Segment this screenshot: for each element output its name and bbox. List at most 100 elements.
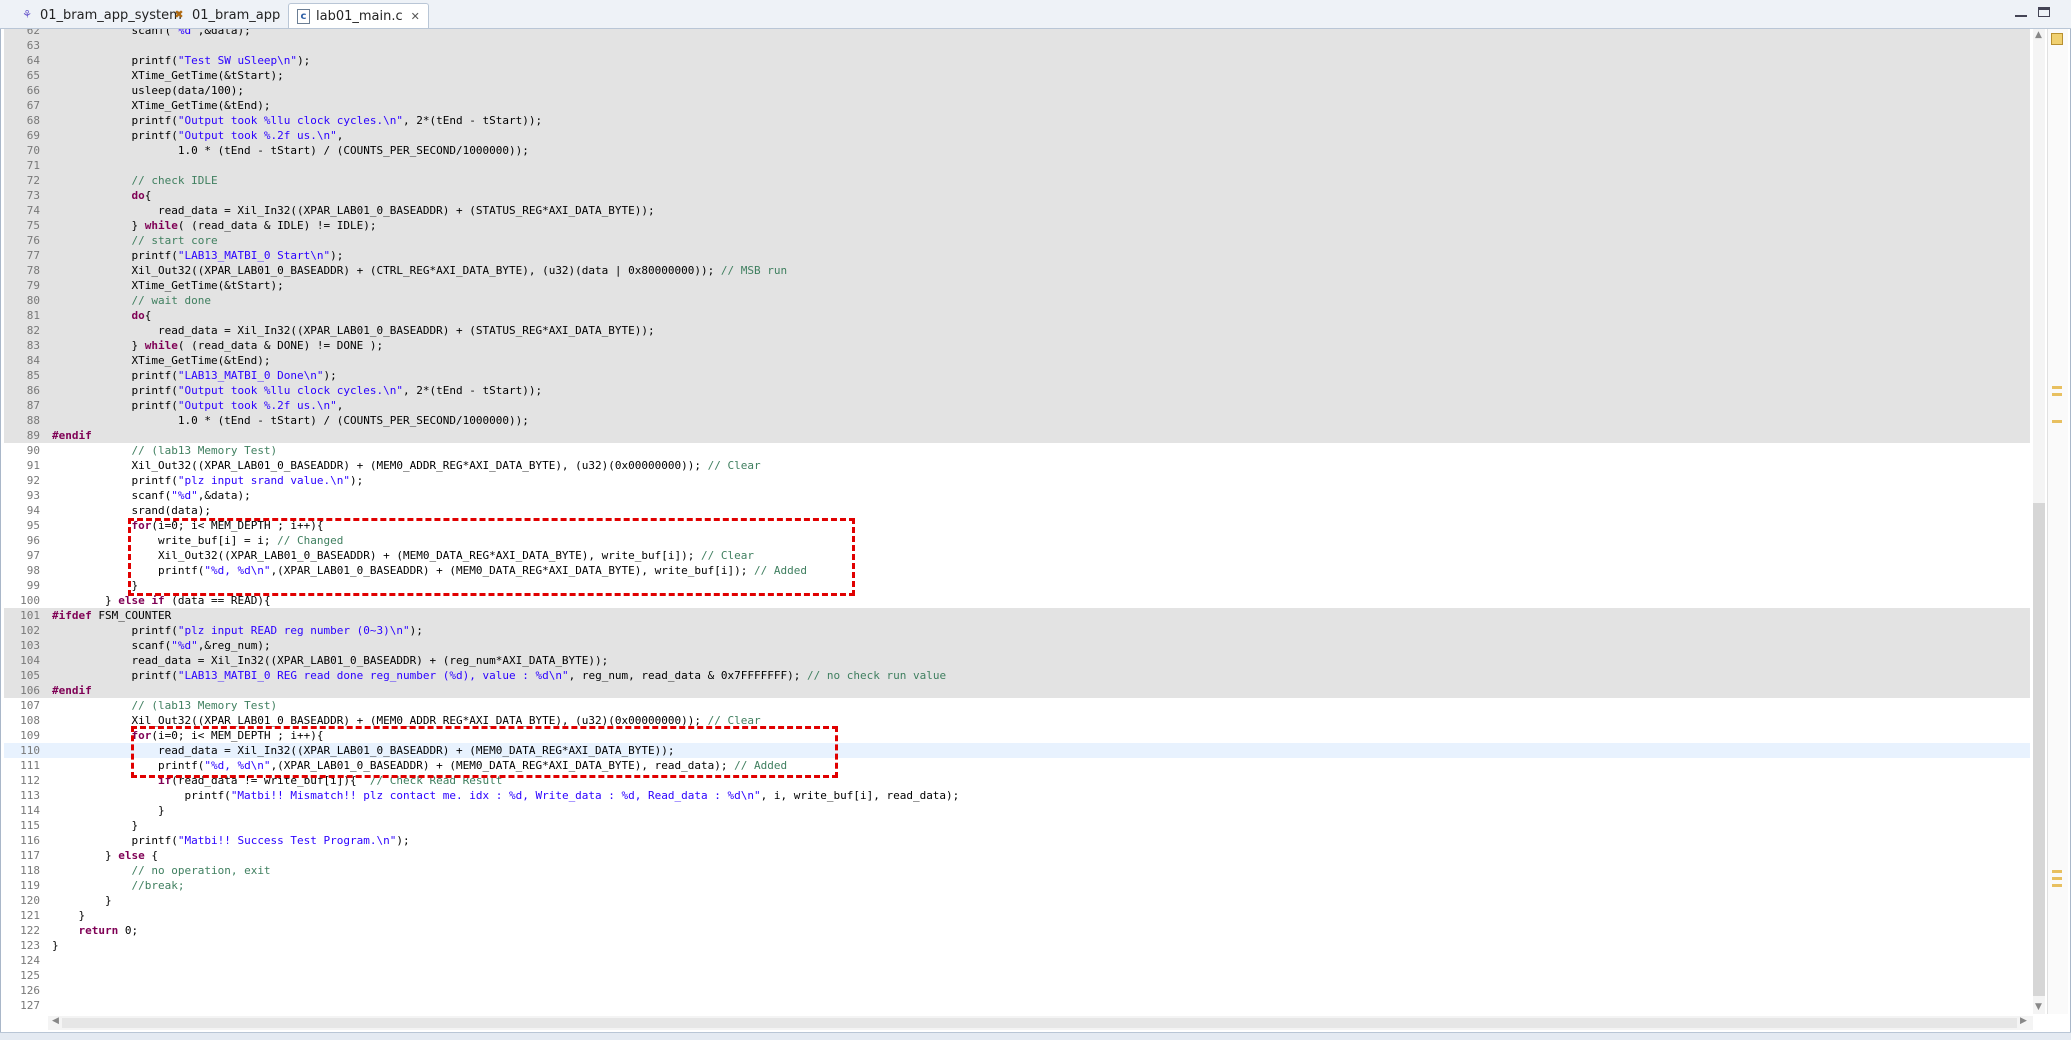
code-line[interactable]: 88 1.0 * (tEnd - tStart) / (COUNTS_PER_S… bbox=[4, 413, 2030, 428]
code-line[interactable]: 65 XTime_GetTime(&tStart); bbox=[4, 68, 2030, 83]
code-line[interactable]: 93 scanf("%d",&data); bbox=[4, 488, 2030, 503]
line-number: 116 bbox=[20, 834, 40, 847]
code-line[interactable]: 119 //break; bbox=[4, 878, 2030, 893]
code-text: printf("plz input srand value.\n"); bbox=[52, 474, 364, 487]
occurrence-marker[interactable] bbox=[2052, 393, 2062, 396]
code-line[interactable]: 101 #ifdef FSM_COUNTER bbox=[4, 608, 2030, 623]
code-line[interactable]: 127 bbox=[4, 998, 2030, 1013]
code-line[interactable]: 83 } while( (read_data & DONE) != DONE )… bbox=[4, 338, 2030, 353]
code-line[interactable]: 74 read_data = Xil_In32((XPAR_LAB01_0_BA… bbox=[4, 203, 2030, 218]
scroll-up-icon[interactable]: ▲ bbox=[2035, 30, 2042, 40]
occurrence-marker[interactable] bbox=[2052, 420, 2062, 423]
code-line[interactable]: 63 bbox=[4, 38, 2030, 53]
vertical-scrollbar-thumb[interactable] bbox=[2033, 503, 2045, 996]
code-line[interactable]: 79 XTime_GetTime(&tStart); bbox=[4, 278, 2030, 293]
code-line[interactable]: 66 usleep(data/100); bbox=[4, 83, 2030, 98]
line-number: 110 bbox=[20, 744, 40, 757]
overview-ruler[interactable] bbox=[2047, 29, 2068, 1014]
line-number: 97 bbox=[26, 549, 40, 562]
code-line[interactable]: 89 #endif bbox=[4, 428, 2030, 443]
code-line[interactable]: 92 printf("plz input srand value.\n"); bbox=[4, 473, 2030, 488]
scroll-right-icon[interactable]: ▶ bbox=[2020, 1016, 2027, 1026]
code-line[interactable]: 117 } else { bbox=[4, 848, 2030, 863]
code-line[interactable]: 122 return 0; bbox=[4, 923, 2030, 938]
code-line[interactable]: 113 printf("Matbi!! Mismatch!! plz conta… bbox=[4, 788, 2030, 803]
code-line[interactable]: 103 scanf("%d",&reg_num); bbox=[4, 638, 2030, 653]
code-line[interactable]: 123} bbox=[4, 938, 2030, 953]
code-line[interactable]: 84 XTime_GetTime(&tEnd); bbox=[4, 353, 2030, 368]
scroll-down-icon[interactable]: ▼ bbox=[2035, 1002, 2042, 1012]
code-line[interactable]: 116 printf("Matbi!! Success Test Program… bbox=[4, 833, 2030, 848]
close-icon[interactable]: ✕ bbox=[411, 10, 420, 23]
line-number: 95 bbox=[26, 519, 40, 532]
code-line[interactable]: 75 } while( (read_data & IDLE) != IDLE); bbox=[4, 218, 2030, 233]
code-line[interactable]: 120 } bbox=[4, 893, 2030, 908]
line-number: 127 bbox=[20, 999, 40, 1012]
code-line[interactable]: 73 do{ bbox=[4, 188, 2030, 203]
code-line[interactable]: 107 // (lab13 Memory Test) bbox=[4, 698, 2030, 713]
code-line[interactable]: 81 do{ bbox=[4, 308, 2030, 323]
code-line[interactable]: 68 printf("Output took %llu clock cycles… bbox=[4, 113, 2030, 128]
line-number: 111 bbox=[20, 759, 40, 772]
code-line[interactable]: 102 printf("plz input READ reg number (0… bbox=[4, 623, 2030, 638]
minimize-button[interactable] bbox=[2015, 7, 2027, 17]
code-line[interactable]: 125 bbox=[4, 968, 2030, 983]
line-number: 112 bbox=[20, 774, 40, 787]
code-line[interactable]: 78 Xil_Out32((XPAR_LAB01_0_BASEADDR) + (… bbox=[4, 263, 2030, 278]
code-line[interactable]: 62 scanf("%d",&data); bbox=[4, 29, 2030, 38]
code-line[interactable]: 115 } bbox=[4, 818, 2030, 833]
code-line[interactable]: 80 // wait done bbox=[4, 293, 2030, 308]
line-number: 88 bbox=[26, 414, 40, 427]
code-line[interactable]: 124 bbox=[4, 953, 2030, 968]
code-line[interactable]: 72 // check IDLE bbox=[4, 173, 2030, 188]
line-number: 104 bbox=[20, 654, 40, 667]
code-line[interactable]: 71 bbox=[4, 158, 2030, 173]
code-line[interactable]: 64 printf("Test SW uSleep\n"); bbox=[4, 53, 2030, 68]
line-number: 93 bbox=[26, 489, 40, 502]
code-line[interactable]: 90 // (lab13 Memory Test) bbox=[4, 443, 2030, 458]
code-text: scanf("%d",&reg_num); bbox=[52, 639, 271, 652]
line-number: 113 bbox=[20, 789, 40, 802]
occurrence-marker[interactable] bbox=[2052, 870, 2062, 873]
line-number: 71 bbox=[26, 159, 40, 172]
code-line[interactable]: 118 // no operation, exit bbox=[4, 863, 2030, 878]
code-line[interactable]: 104 read_data = Xil_In32((XPAR_LAB01_0_B… bbox=[4, 653, 2030, 668]
code-line[interactable]: 76 // start core bbox=[4, 233, 2030, 248]
code-text: // no operation, exit bbox=[131, 864, 271, 877]
code-text: // check IDLE bbox=[131, 174, 218, 187]
maximize-button[interactable] bbox=[2038, 7, 2050, 17]
tab-label: 01_bram_app bbox=[192, 7, 281, 23]
code-line[interactable]: 126 bbox=[4, 983, 2030, 998]
code-line[interactable]: 67 XTime_GetTime(&tEnd); bbox=[4, 98, 2030, 113]
scroll-left-icon[interactable]: ◀ bbox=[52, 1016, 59, 1026]
code-line[interactable]: 87 printf("Output took %.2f us.\n", bbox=[4, 398, 2030, 413]
code-text: } bbox=[52, 894, 112, 907]
code-line[interactable]: 82 read_data = Xil_In32((XPAR_LAB01_0_BA… bbox=[4, 323, 2030, 338]
code-line[interactable]: 85 printf("LAB13_MATBI_0 Done\n"); bbox=[4, 368, 2030, 383]
code-line[interactable]: 106 #endif bbox=[4, 683, 2030, 698]
code-line[interactable]: 114 } bbox=[4, 803, 2030, 818]
code-line[interactable]: 121 } bbox=[4, 908, 2030, 923]
line-number: 96 bbox=[26, 534, 40, 547]
line-number: 91 bbox=[26, 459, 40, 472]
code-line[interactable]: 86 printf("Output took %llu clock cycles… bbox=[4, 383, 2030, 398]
tab-bram-app[interactable]: ✖ 01_bram_app bbox=[164, 3, 288, 27]
line-number: 115 bbox=[20, 819, 40, 832]
horizontal-scrollbar-thumb[interactable] bbox=[62, 1018, 2017, 1028]
occurrence-marker[interactable] bbox=[2052, 386, 2062, 389]
code-line[interactable]: 105 printf("LAB13_MATBI_0 REG read done … bbox=[4, 668, 2030, 683]
occurrence-marker[interactable] bbox=[2052, 877, 2062, 880]
code-line[interactable]: 91 Xil_Out32((XPAR_LAB01_0_BASEADDR) + (… bbox=[4, 458, 2030, 473]
code-line[interactable]: 69 printf("Output took %.2f us.\n", bbox=[4, 128, 2030, 143]
code-text: printf("LAB13_MATBI_0 Start\n"); bbox=[52, 249, 344, 262]
line-number: 119 bbox=[20, 879, 40, 892]
occurrence-marker[interactable] bbox=[2052, 884, 2062, 887]
warning-summary-icon[interactable] bbox=[2051, 33, 2063, 45]
line-number: 126 bbox=[20, 984, 40, 997]
tab-lab01-main-c[interactable]: c lab01_main.c ✕ bbox=[288, 3, 429, 28]
code-line[interactable]: 94 srand(data); bbox=[4, 503, 2030, 518]
code-line[interactable]: 77 printf("LAB13_MATBI_0 Start\n"); bbox=[4, 248, 2030, 263]
code-text: read_data = Xil_In32((XPAR_LAB01_0_BASEA… bbox=[52, 324, 655, 337]
code-text: usleep(data/100); bbox=[52, 84, 245, 97]
code-line[interactable]: 70 1.0 * (tEnd - tStart) / (COUNTS_PER_S… bbox=[4, 143, 2030, 158]
